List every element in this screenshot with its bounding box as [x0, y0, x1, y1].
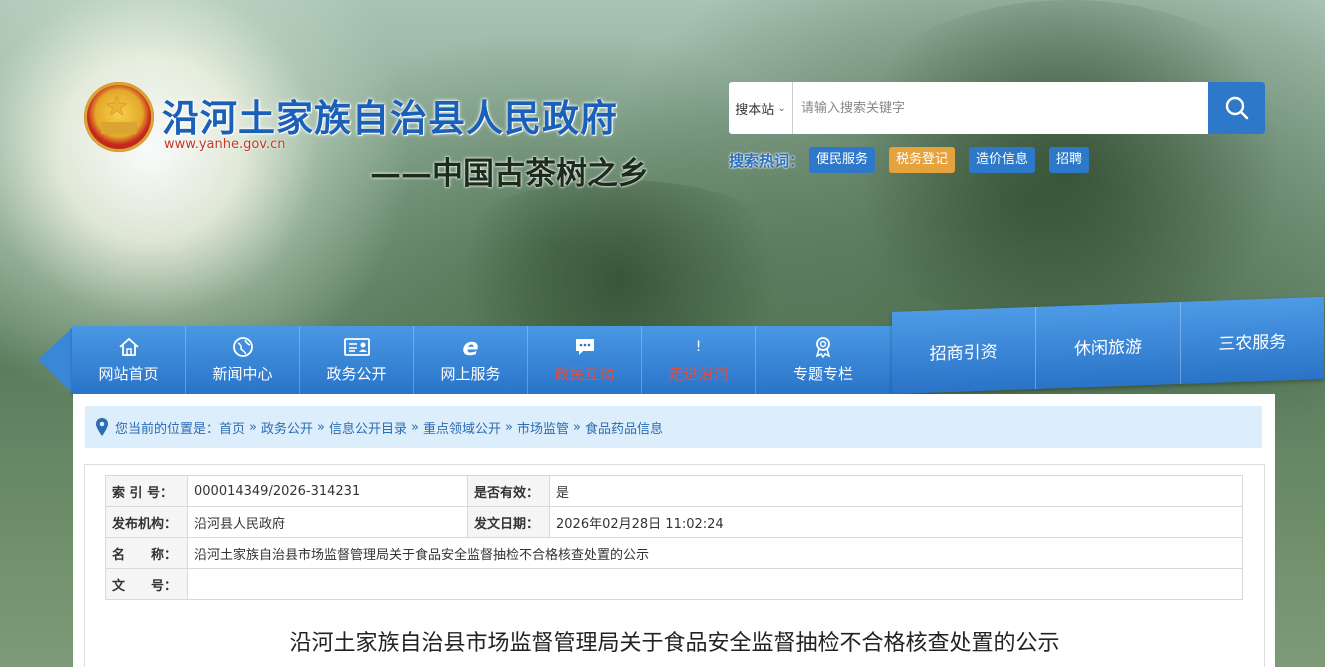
nav-item-gov-affairs[interactable]: 政务公开: [300, 326, 414, 394]
search-button[interactable]: [1208, 82, 1265, 134]
breadcrumb-prefix: 您当前的位置是：: [115, 421, 220, 437]
location-pin-icon: [96, 418, 108, 436]
national-emblem-logo: ★: [84, 82, 154, 152]
meta-key: 发布机构：: [105, 506, 188, 538]
breadcrumb-item[interactable]: 市场监管: [517, 418, 569, 437]
breadcrumb-item[interactable]: 政务公开: [261, 418, 313, 437]
table-row: 名 称： 沿河土家族自治县市场监督管理局关于食品安全监督抽检不合格核查处置的公示: [105, 537, 1243, 569]
ribbon-agriculture[interactable]: 三农服务: [1181, 297, 1324, 384]
home-icon: [118, 335, 140, 359]
nav-label: 专题专栏: [792, 365, 853, 383]
meta-key: 索 引 号：: [105, 475, 188, 507]
table-row: 索 引 号： 000014349/2026-314231 是否有效： 是: [105, 475, 1243, 507]
site-slogan: ——中国古茶树之乡: [370, 156, 649, 192]
nav-label: 走进沿河: [668, 365, 729, 383]
content-panel: 您当前的位置是： 首页 » 政务公开 » 信息公开目录 » 重点领域公开 » 市…: [73, 394, 1275, 667]
site-url[interactable]: www.yanhe.gov.cn: [164, 137, 286, 152]
ie-icon: e: [462, 333, 479, 361]
search-input[interactable]: [793, 82, 1208, 134]
breadcrumb-separator: »: [317, 419, 325, 435]
hot-search-label: 搜索热词：: [729, 152, 805, 170]
document-meta-table: 索 引 号： 000014349/2026-314231 是否有效： 是 发布机…: [105, 475, 1243, 600]
breadcrumb-separator: »: [411, 419, 419, 435]
nav-label: 新闻中心: [212, 365, 273, 383]
info-icon: !: [695, 339, 702, 355]
table-row: 文 号：: [105, 568, 1243, 600]
nav-label: 网站首页: [98, 365, 159, 383]
meta-value: [187, 568, 1243, 600]
main-nav: 网站首页 新闻中心 政务公开 e 网上服务 政民互动 ! 走进沿河 专题专栏: [72, 326, 892, 394]
chat-icon: [574, 335, 596, 359]
meta-value: 沿河县人民政府: [187, 506, 468, 538]
globe-icon: [232, 335, 254, 359]
nav-label: 网上服务: [440, 365, 501, 383]
meta-key: 发文日期：: [467, 506, 550, 538]
meta-key: 文 号：: [105, 568, 188, 600]
feature-ribbon: 招商引资 休闲旅游 三农服务: [892, 296, 1324, 394]
hot-tag-jobs[interactable]: 招聘: [1049, 147, 1090, 173]
search-scope-select[interactable]: 搜本站 ⌄: [729, 82, 793, 134]
breadcrumb-item[interactable]: 重点领域公开: [423, 418, 501, 437]
search-scope-label: 搜本站: [735, 102, 775, 118]
meta-value: 沿河土家族自治县市场监督管理局关于食品安全监督抽检不合格核查处置的公示: [187, 537, 1243, 569]
hot-tag-tax[interactable]: 税务登记: [889, 147, 956, 173]
meta-value: 是: [549, 475, 1243, 507]
nav-item-visit-yanhe[interactable]: ! 走进沿河: [642, 326, 756, 394]
meta-value: 2026年02月28日 11:02:24: [549, 506, 1243, 538]
meta-key: 是否有效：: [467, 475, 550, 507]
site-title: 沿河土家族自治县人民政府: [162, 97, 618, 140]
chevron-down-icon: ⌄: [777, 102, 786, 114]
table-row: 发布机构： 沿河县人民政府 发文日期： 2026年02月28日 11:02:24: [105, 506, 1243, 538]
nav-label: 政民互动: [554, 365, 615, 383]
hot-tag-cost[interactable]: 造价信息: [969, 147, 1036, 173]
breadcrumb-item[interactable]: 食品药品信息: [585, 418, 663, 437]
breadcrumb-item[interactable]: 信息公开目录: [329, 418, 407, 437]
nav-item-home[interactable]: 网站首页: [72, 326, 186, 394]
nav-item-special-topics[interactable]: 专题专栏: [756, 326, 890, 394]
ribbon-tourism[interactable]: 休闲旅游: [1036, 301, 1181, 389]
search-icon: [1225, 96, 1248, 120]
id-card-icon: [343, 335, 370, 359]
hot-tag-convenience[interactable]: 便民服务: [809, 147, 876, 173]
breadcrumb-separator: »: [572, 419, 581, 435]
ribbon-investment[interactable]: 招商引资: [892, 306, 1037, 394]
nav-label: 政务公开: [326, 365, 387, 383]
document-card: 索 引 号： 000014349/2026-314231 是否有效： 是 发布机…: [84, 464, 1265, 667]
breadcrumb-separator: »: [504, 419, 513, 435]
meta-value: 000014349/2026-314231: [187, 475, 468, 507]
search-bar: 搜本站 ⌄: [729, 82, 1265, 134]
nav-item-news[interactable]: 新闻中心: [186, 326, 300, 394]
award-icon: [813, 335, 833, 359]
breadcrumb-item[interactable]: 首页: [219, 418, 245, 437]
breadcrumb: 您当前的位置是： 首页 » 政务公开 » 信息公开目录 » 重点领域公开 » 市…: [85, 406, 1262, 448]
nav-item-interaction[interactable]: 政民互动: [528, 326, 642, 394]
breadcrumb-separator: »: [249, 419, 257, 435]
nav-item-online-service[interactable]: e 网上服务: [414, 326, 528, 394]
document-title: 沿河土家族自治县市场监督管理局关于食品安全监督抽检不合格核查处置的公示: [289, 631, 1060, 656]
meta-key: 名 称：: [105, 537, 188, 569]
nav-left-decoration: [38, 326, 74, 394]
